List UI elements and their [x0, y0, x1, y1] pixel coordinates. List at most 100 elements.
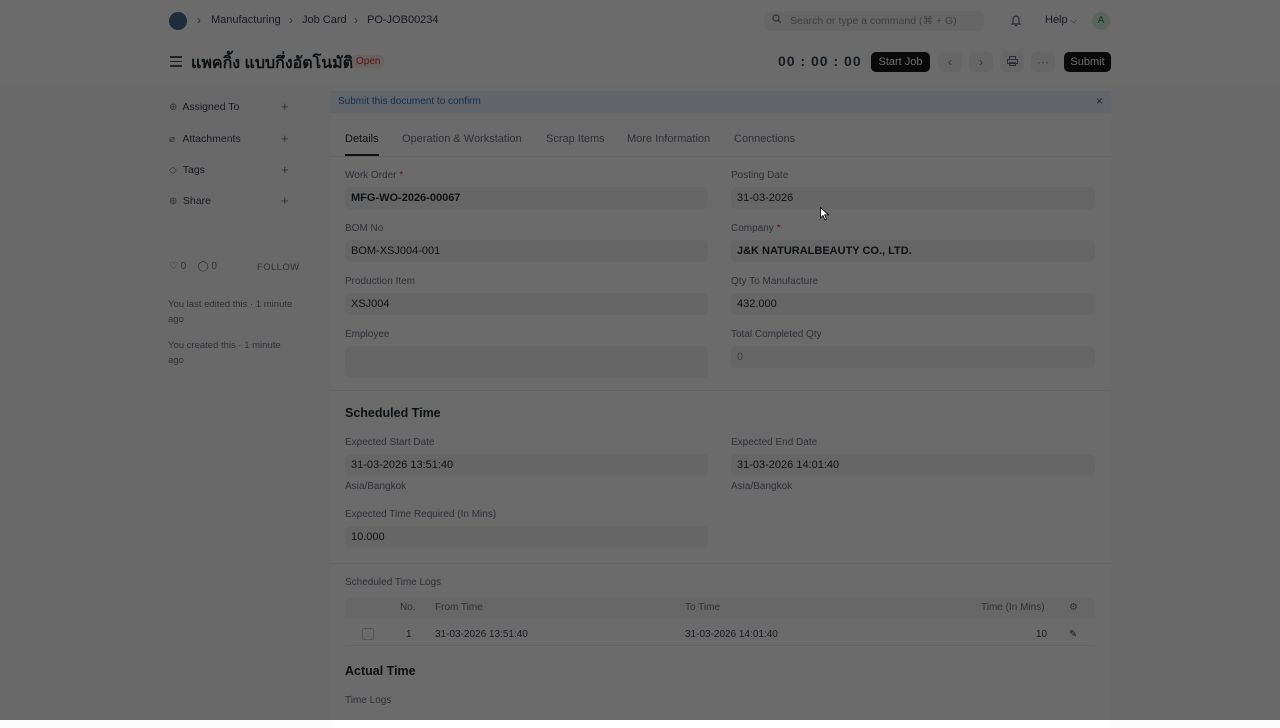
job-timer: 00 : 00 : 00	[778, 53, 862, 69]
posting-date-field[interactable]: 31-03-2026	[731, 187, 1095, 209]
row-no: 1	[406, 629, 412, 640]
add-assign-plus-icon[interactable]: +	[281, 99, 289, 114]
tab-connections[interactable]: Connections	[734, 133, 795, 145]
row-checkbox[interactable]	[362, 628, 374, 640]
tab-scrap-items[interactable]: Scrap Items	[546, 133, 605, 145]
chevron-right-icon: ›	[979, 55, 983, 69]
edit-pencil-icon[interactable]: ✎	[1069, 629, 1077, 640]
tab-more-information[interactable]: More Information	[627, 133, 710, 145]
chevron-down-icon: ⌵	[1070, 16, 1077, 25]
work-order-field[interactable]: MFG-WO-2026-00067	[345, 187, 708, 209]
expected-time-required-label: Expected Time Required (In Mins)	[345, 509, 497, 520]
comment-icon[interactable]: ◯	[197, 261, 208, 272]
alert-text: Submit this document to confirm	[338, 96, 481, 107]
col-from-time: From Time	[435, 602, 483, 613]
chevron-right-icon: ›	[197, 13, 201, 27]
mouse-cursor-icon	[820, 206, 830, 221]
search-icon	[772, 14, 782, 27]
add-share-plus-icon[interactable]: +	[281, 193, 289, 208]
submit-button[interactable]: Submit	[1064, 52, 1111, 72]
end-timezone: Asia/Bangkok	[731, 481, 793, 492]
expected-end-date-value: 31-03-2026 14:01:40	[737, 459, 840, 471]
search-input[interactable]: Search or type a command (⌘ + G)	[764, 11, 984, 31]
start-job-button[interactable]: Start Job	[871, 52, 930, 72]
print-button[interactable]	[1000, 52, 1024, 72]
expected-start-date-field[interactable]: 31-03-2026 13:51:40	[345, 454, 708, 476]
scheduled-time-heading: Scheduled Time	[345, 406, 441, 420]
col-time-in-mins: Time (In Mins)	[981, 602, 1045, 613]
employee-field[interactable]	[345, 346, 708, 378]
production-item-value: XSJ004	[351, 298, 390, 310]
more-actions-button[interactable]: ···	[1031, 52, 1055, 72]
status-badge: Open	[352, 55, 385, 68]
tab-operation-workstation[interactable]: Operation & Workstation	[402, 133, 522, 145]
company-field[interactable]: J&K NATURALBEAUTY CO., LTD.	[731, 240, 1095, 262]
sidebar-item-label: Assigned To	[182, 101, 240, 113]
help-dropdown[interactable]: Help ⌵	[1045, 14, 1077, 26]
actual-time-heading: Actual Time	[345, 664, 416, 678]
breadcrumb-manufacturing[interactable]: Manufacturing	[211, 14, 281, 26]
row-divider	[345, 645, 1095, 646]
sidebar-item-assigned-to[interactable]: ⊕ Assigned To	[169, 101, 239, 113]
expected-start-date-value: 31-03-2026 13:51:40	[351, 459, 454, 471]
sidebar-item-attachments[interactable]: ⌀ Attachments	[169, 133, 241, 145]
notification-bell-icon[interactable]	[1010, 14, 1022, 27]
close-icon[interactable]: ×	[1096, 94, 1103, 108]
work-order-value: MFG-WO-2026-00067	[351, 192, 461, 204]
tab-details[interactable]: Details	[345, 133, 379, 145]
qty-to-manufacture-value: 432.000	[737, 298, 777, 310]
expected-time-required-value: 10.000	[351, 531, 385, 543]
breadcrumb-job-card[interactable]: Job Card	[302, 14, 347, 26]
expected-time-required-field[interactable]: 10.000	[345, 526, 708, 548]
row-to-time[interactable]: 31-03-2026 14:01:40	[685, 629, 778, 640]
total-completed-qty-value: 0	[737, 351, 744, 363]
prev-doc-button[interactable]: ‹	[938, 52, 962, 72]
scheduled-time-logs-table: No. From Time To Time Time (In Mins) ⚙ 1…	[345, 598, 1095, 648]
posting-date-label: Posting Date	[731, 170, 789, 181]
row-from-time[interactable]: 31-03-2026 13:51:40	[435, 629, 528, 640]
posting-date-value: 31-03-2026	[737, 192, 794, 204]
add-attachment-plus-icon[interactable]: +	[281, 131, 289, 146]
page-title: แพคกิ้ง แบบกึ่งอัตโนมัติ	[191, 55, 354, 72]
paperclip-icon: ⌀	[169, 134, 176, 145]
sidebar-item-label: Attachments	[182, 133, 241, 145]
avatar[interactable]: A	[1092, 12, 1110, 30]
expected-end-date-label: Expected End Date	[731, 437, 818, 448]
sidebar-item-share[interactable]: ⊕ Share	[169, 195, 211, 207]
app-logo-icon[interactable]	[169, 12, 187, 30]
scheduled-time-logs-label: Scheduled Time Logs	[345, 577, 442, 588]
sidebar-item-tags[interactable]: ◇ Tags	[169, 164, 205, 176]
settings-gear-icon[interactable]: ⚙	[1069, 602, 1078, 613]
chevron-right-icon: ›	[354, 13, 358, 27]
qty-to-manufacture-label: Qty To Manufacture	[731, 276, 819, 287]
expected-start-date-label: Expected Start Date	[345, 437, 435, 448]
total-completed-qty-field[interactable]: 0	[731, 346, 1095, 368]
heart-icon[interactable]: ♡	[169, 261, 178, 272]
work-order-label: Work Order *	[345, 170, 404, 181]
row-time-in-mins[interactable]: 10	[1036, 629, 1047, 640]
bom-no-field[interactable]: BOM-XSJ004-001	[345, 240, 708, 262]
next-doc-button[interactable]: ›	[969, 52, 993, 72]
menu-icon[interactable]	[170, 56, 182, 67]
tabs-divider	[331, 156, 1111, 157]
expected-end-date-field[interactable]: 31-03-2026 14:01:40	[731, 454, 1095, 476]
user-circle-icon: ⊕	[169, 102, 178, 113]
follow-button[interactable]: FOLLOW	[257, 262, 300, 273]
production-item-field[interactable]: XSJ004	[345, 293, 708, 315]
bom-no-value: BOM-XSJ004-001	[351, 245, 441, 257]
add-tag-plus-icon[interactable]: +	[281, 162, 289, 177]
likes-comments: ♡ 0 ◯ 0	[169, 261, 217, 272]
navbar: › Manufacturing › Job Card › PO-JOB00234…	[0, 4, 1280, 38]
printer-icon	[1006, 55, 1018, 69]
submit-alert: Submit this document to confirm ×	[331, 91, 1111, 113]
sidebar-item-label: Tags	[182, 164, 205, 176]
qty-to-manufacture-field[interactable]: 432.000	[731, 293, 1095, 315]
employee-label: Employee	[345, 329, 390, 340]
section-divider	[331, 390, 1111, 391]
time-logs-label: Time Logs	[345, 695, 392, 706]
share-user-icon: ⊕	[169, 196, 178, 207]
likes-count: 0	[180, 261, 187, 272]
sidebar-item-label: Share	[182, 195, 211, 207]
breadcrumb-current[interactable]: PO-JOB00234	[367, 14, 439, 26]
comments-count: 0	[211, 261, 217, 272]
